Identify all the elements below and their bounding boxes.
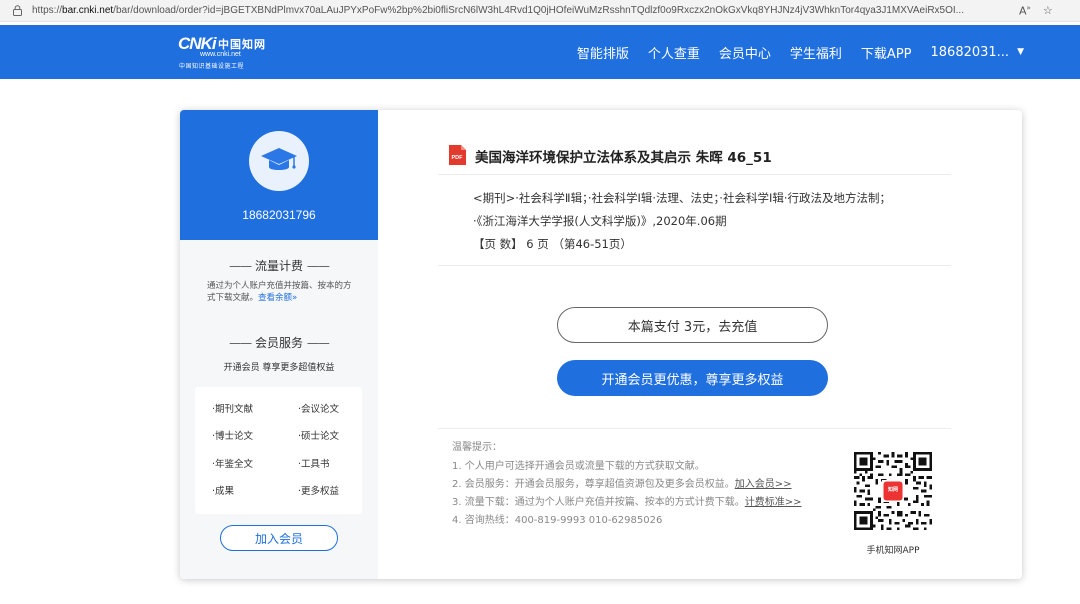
tips-title: 温馨提示： [452,442,502,453]
service-more-benefits: ·更多权益 [298,486,340,497]
logo-url: www.cnki.net [200,51,241,58]
join-member-button[interactable]: 加入会员 [220,525,338,551]
flow-billing-heading: —— 流量计费 —— [229,259,330,273]
flow-billing-desc: 通过为个人账户充值并按篇、按本的方式下载文献。查看余额» [207,281,352,303]
logo-chinese: 中国知网 [218,38,266,51]
billing-standard-link[interactable]: 计费标准>> [745,497,802,508]
document-pages: 【页 数】 6 页 （第46-51页） [473,237,632,251]
user-account-menu[interactable]: 18682031... [931,45,1010,60]
address-bar[interactable]: https://bar.cnki.net/bar/download/order?… [0,0,1080,22]
tip-item: 2. 会员服务：开通会员服务，尊享超值资源包及更多会员权益。加入会员>> [452,479,792,490]
tip-item: 4. 咨询热线：400-819-9993 010-62985026 [452,515,663,526]
divider [438,174,951,175]
check-balance-link[interactable]: 查看余额» [258,293,297,303]
read-aloud-icon[interactable]: A» [1019,4,1031,18]
svg-text:PDF: PDF [452,155,464,161]
document-title: 美国海洋环境保护立法体系及其启示 朱晖 46_51 [475,150,772,166]
tip-item: 3. 流量下载：通过为个人账户充值并按篇、按本的方式计费下载。计费标准>> [452,497,802,508]
divider [438,428,951,429]
chevron-down-icon[interactable]: ▼ [1017,47,1024,57]
nav-links: 智能排版 个人查重 会员中心 学生福利 下载APP 18682031... ▼ [558,25,1024,79]
document-journal: ·《浙江海洋大学学报(人文科学版)》,2020年.06期 [473,214,727,228]
nav-student-benefits[interactable]: 学生福利 [790,43,842,62]
service-journal: ·期刊文献 [212,404,254,415]
qr-label: 手机知网APP [866,546,920,556]
cnki-logo[interactable]: CNKi 中国知网 www.cnki.net 中国知识基础设施工程 [178,34,278,70]
top-nav: CNKi 中国知网 www.cnki.net 中国知识基础设施工程 智能排版 个… [0,25,1080,79]
service-doctoral: ·博士论文 [212,431,254,442]
pdf-icon: PDF [448,145,466,165]
service-list: ·期刊文献 ·会议论文 ·博士论文 ·硕士论文 ·年鉴全文 ·工具书 ·成果 ·… [195,387,362,514]
service-conference: ·会议论文 [298,404,340,415]
member-service-heading: —— 会员服务 —— [229,336,330,350]
pay-recharge-button[interactable]: 本篇支付 3元，去充值 [557,307,828,343]
service-achievements: ·成果 [212,486,235,497]
flow-billing-title: 流量计费 [254,259,303,273]
graduation-cap-icon [249,131,309,191]
qr-code: 知网 [854,452,932,530]
open-membership-button[interactable]: 开通会员更优惠，尊享更多权益 [557,360,828,396]
join-member-link[interactable]: 加入会员>> [735,479,792,490]
nav-smart-layout[interactable]: 智能排版 [577,43,629,62]
tip-item: 1. 个人用户可选择开通会员或流量下载的方式获取文献。 [452,461,705,472]
favorite-star-icon[interactable]: ☆ [1043,4,1053,17]
nav-download-app[interactable]: 下载APP [861,43,912,62]
logo-subtitle: 中国知识基础设施工程 [179,63,245,70]
service-reference-book: ·工具书 [298,459,330,470]
order-card: 18682031796 —— 流量计费 —— 通过为个人账户充值并按篇、按本的方… [180,110,1022,579]
nav-plagiarism-check[interactable]: 个人查重 [648,43,700,62]
document-category: <期刊>·社会科学Ⅱ辑；·社会科学Ⅰ辑·法理、法史；·社会科学Ⅰ辑·行政法及地方… [473,191,891,205]
user-phone: 18682031796 [242,208,316,222]
service-masters: ·硕士论文 [298,431,340,442]
member-service-title: 会员服务 [254,336,303,350]
url-text[interactable]: https://bar.cnki.net/bar/download/order?… [32,5,1007,16]
member-service-desc: 开通会员 尊享更多超值权益 [223,363,335,373]
divider [438,265,951,266]
service-yearbook: ·年鉴全文 [212,459,254,470]
user-profile-panel: 18682031796 [180,110,378,240]
qr-center-text: 知网 [887,487,898,493]
lock-icon[interactable] [10,5,24,16]
nav-member-center[interactable]: 会员中心 [719,43,771,62]
user-sidebar: 18682031796 —— 流量计费 —— 通过为个人账户充值并按篇、按本的方… [180,110,378,579]
